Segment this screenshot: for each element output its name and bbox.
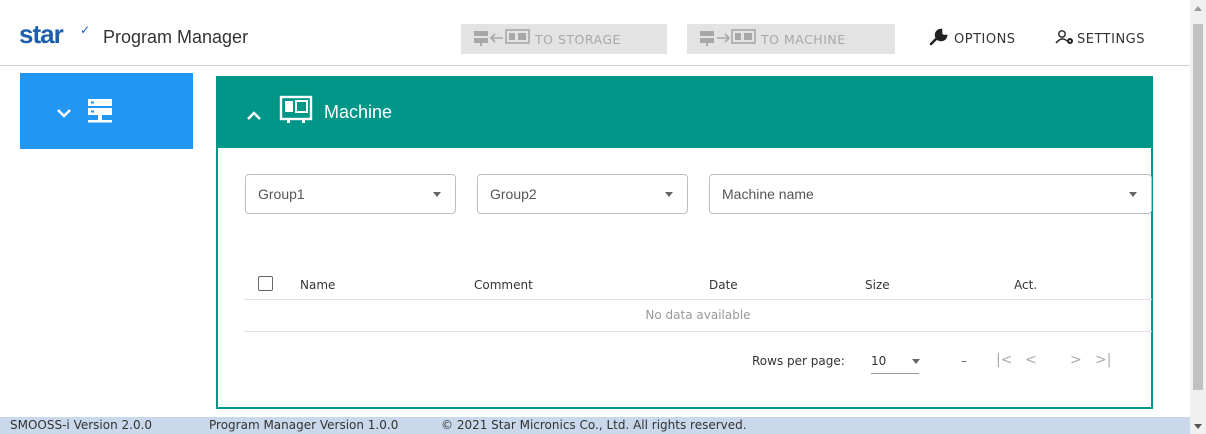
options-button[interactable]: OPTIONS: [928, 24, 1016, 54]
table-empty-message: No data available: [244, 300, 1152, 332]
table-header: Name Comment Date Size Act.: [244, 268, 1152, 300]
settings-button[interactable]: SETTINGS: [1055, 24, 1145, 54]
column-header-name[interactable]: Name: [300, 278, 335, 292]
chevron-down-icon: [56, 105, 72, 124]
chevron-down-icon: [1129, 192, 1137, 197]
logo-mark: ✓: [80, 23, 91, 37]
next-page-icon[interactable]: >: [1070, 352, 1082, 368]
options-label: OPTIONS: [954, 31, 1016, 47]
to-storage-button[interactable]: TO STORAGE: [461, 24, 667, 54]
rows-per-page-label: Rows per page:: [752, 354, 845, 368]
status-bar: SMOOSS-i Version 2.0.0 Program Manager V…: [0, 417, 1190, 434]
rows-per-page-select[interactable]: 10: [871, 354, 919, 374]
machine-icon: [279, 95, 313, 133]
column-header-size[interactable]: Size: [865, 278, 890, 292]
rows-per-page-value: 10: [871, 354, 887, 368]
chevron-down-icon: [433, 192, 441, 197]
server-icon: [86, 97, 114, 129]
chevron-up-icon[interactable]: [246, 106, 262, 125]
chevron-down-icon: [912, 359, 920, 364]
group1-select-label: Group1: [258, 186, 305, 202]
column-header-comment[interactable]: Comment: [474, 278, 533, 292]
sidebar-item-server[interactable]: [20, 73, 193, 149]
scroll-up-icon[interactable]: [1194, 6, 1202, 11]
group1-select[interactable]: Group1: [245, 174, 456, 214]
machine-transfer-icon: [699, 28, 757, 50]
column-header-actions: Act.: [1014, 278, 1038, 292]
to-storage-label: TO STORAGE: [535, 31, 621, 47]
column-header-date[interactable]: Date: [709, 278, 738, 292]
machine-panel: Machine Group1 Group2 Machine name Name …: [216, 76, 1153, 409]
user-settings-icon: [1055, 28, 1075, 50]
machine-panel-header[interactable]: Machine: [216, 76, 1153, 148]
app-header: star ✓ Program Manager TO STORAGE TO MAC…: [0, 0, 1190, 66]
machine-name-select-label: Machine name: [722, 186, 814, 202]
chevron-down-icon: [665, 192, 673, 197]
to-machine-label: TO MACHINE: [761, 31, 846, 47]
group2-select[interactable]: Group2: [477, 174, 688, 214]
to-machine-button[interactable]: TO MACHINE: [687, 24, 895, 54]
scroll-thumb[interactable]: [1193, 24, 1203, 390]
app-title: Program Manager: [103, 27, 249, 47]
settings-label: SETTINGS: [1077, 31, 1146, 47]
star-logo: star: [19, 19, 64, 49]
first-page-icon[interactable]: |<: [996, 352, 1012, 368]
copyright-text: © 2021 Star Micronics Co., Ltd. All righ…: [441, 418, 747, 432]
select-all-checkbox[interactable]: [258, 276, 273, 291]
storage-transfer-icon: [473, 28, 531, 50]
sidebar: [0, 67, 196, 417]
scroll-down-icon[interactable]: [1194, 424, 1202, 429]
wrench-icon: [928, 28, 950, 50]
program-table: Name Comment Date Size Act. No data avai…: [244, 268, 1152, 382]
smooss-version: SMOOSS-i Version 2.0.0: [10, 418, 153, 432]
prev-page-icon[interactable]: <: [1025, 352, 1037, 368]
pagination: Rows per page: 10 – |< < > >|: [244, 332, 1152, 382]
page-range: –: [961, 354, 967, 368]
machine-panel-title: Machine: [324, 102, 393, 122]
program-manager-version: Program Manager Version 1.0.0: [209, 418, 399, 432]
group2-select-label: Group2: [490, 186, 537, 202]
last-page-icon[interactable]: >|: [1095, 352, 1111, 368]
machine-name-select[interactable]: Machine name: [709, 174, 1152, 214]
app-window: star ✓ Program Manager TO STORAGE TO MAC…: [0, 0, 1206, 434]
vertical-scrollbar[interactable]: [1190, 0, 1206, 434]
